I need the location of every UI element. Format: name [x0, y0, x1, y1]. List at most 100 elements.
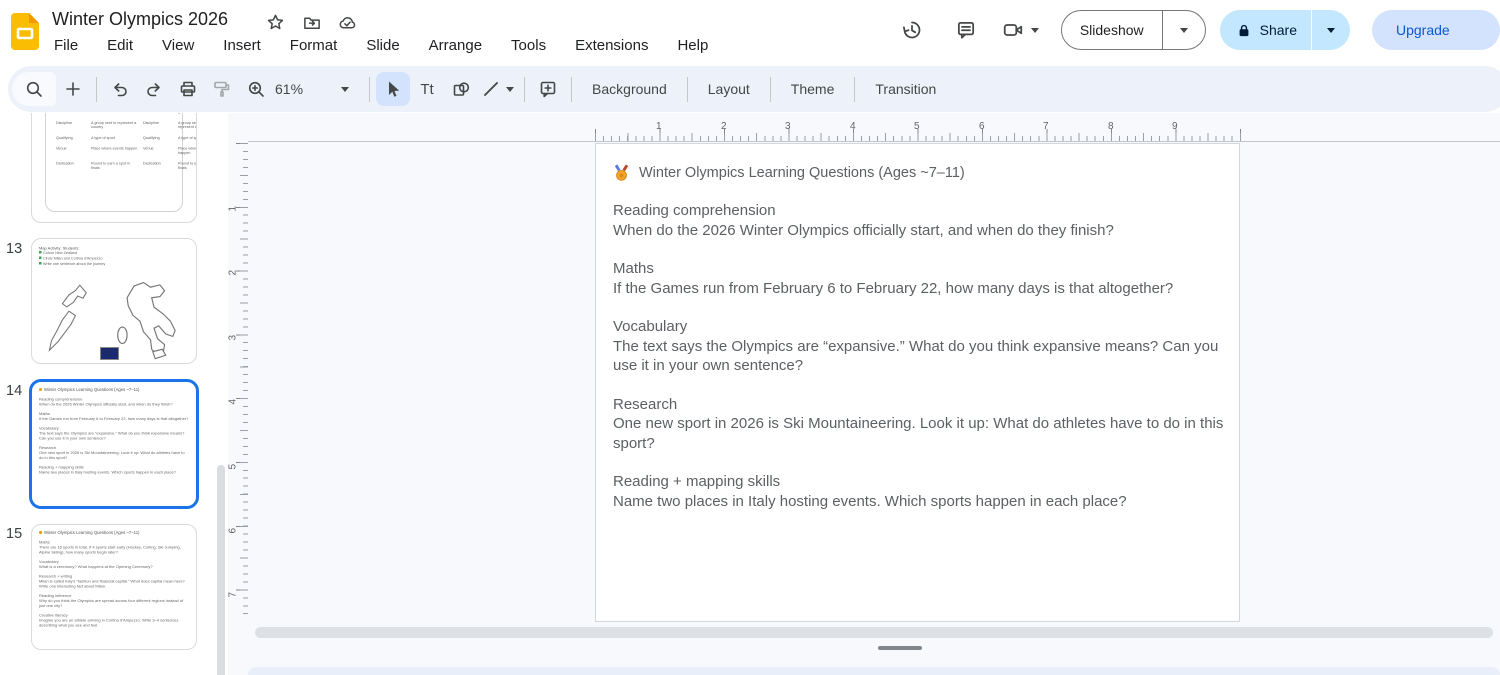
shape-tool-button[interactable]	[444, 72, 478, 106]
background-button[interactable]: Background	[578, 81, 681, 97]
divider	[571, 76, 573, 102]
ruler-number: 1	[656, 121, 662, 132]
slide-filmstrip: Word Meaning Word Meaning Contingent Wor…	[0, 113, 228, 675]
slide-13-number: 13	[6, 241, 23, 257]
undo-icon	[114, 83, 127, 97]
table-cell: Venue	[143, 146, 154, 151]
share-dropdown[interactable]	[1311, 10, 1350, 50]
print-button[interactable]	[171, 72, 205, 106]
transition-button[interactable]: Transition	[861, 81, 950, 97]
ruler-number: 5	[227, 463, 239, 470]
medal-icon	[39, 388, 42, 391]
menu-arrange[interactable]: Arrange	[427, 36, 484, 55]
upgrade-button[interactable]: Upgrade	[1372, 10, 1500, 50]
vertical-ruler[interactable]: 1 2 3 4 5 6 7	[228, 113, 249, 675]
theme-button[interactable]: Theme	[777, 81, 849, 97]
line-dropdown-caret[interactable]	[506, 86, 515, 92]
text-box-icon: Tt	[420, 80, 434, 98]
menu-format[interactable]: Format	[288, 36, 340, 55]
paint-roller-icon	[214, 81, 230, 97]
zoom-in-button[interactable]	[239, 72, 273, 106]
insert-comment-button[interactable]	[531, 72, 565, 106]
menu-slide[interactable]: Slide	[364, 36, 401, 55]
star-icon[interactable]	[266, 13, 285, 32]
table-cell: Working hard toward a goal	[178, 113, 196, 114]
filmstrip-scrollbar[interactable]	[217, 465, 225, 675]
checklist-item: Write one sentence about the journey	[43, 261, 106, 267]
checkbox-icon	[39, 251, 42, 254]
checkbox-icon	[39, 262, 42, 265]
table-cell: Place where events happen	[91, 146, 138, 151]
redo-icon	[147, 83, 160, 97]
shapes-icon	[453, 82, 470, 96]
comments-icon[interactable]	[946, 10, 986, 50]
speaker-notes-resize-handle[interactable]	[878, 646, 922, 650]
slide-section: Maths If the Games run from February 6 to…	[613, 260, 1174, 297]
meet-camera-button[interactable]	[1002, 19, 1039, 41]
ruler-number: 3	[785, 121, 791, 132]
horizontal-ruler-ticks: 1 2 3 4 5 6 7 8 9	[595, 118, 1241, 141]
menu-edit[interactable]: Edit	[105, 36, 135, 55]
mini-slide-title: Winter Olympics Learning Questions (Ages…	[44, 530, 140, 535]
menu-file[interactable]: File	[52, 36, 80, 55]
google-slides-logo[interactable]	[11, 13, 39, 50]
document-title[interactable]: Winter Olympics 2026	[52, 9, 228, 30]
search-menus-button[interactable]	[12, 72, 56, 106]
slideshow-caret	[1179, 27, 1188, 33]
ruler-number: 4	[227, 398, 239, 405]
slideshow-button[interactable]: Slideshow	[1062, 11, 1162, 49]
zoom-level-value[interactable]: 61%	[275, 81, 303, 97]
menu-extensions[interactable]: Extensions	[573, 36, 650, 55]
table-cell: Working hard toward a goal	[91, 113, 139, 114]
slide-14-thumbnail-selected[interactable]: Winter Olympics Learning Questions (Ages…	[29, 379, 199, 509]
table-cell: Dedication	[143, 161, 161, 166]
new-slide-button[interactable]	[56, 72, 90, 106]
share-button[interactable]: Share	[1220, 10, 1311, 50]
slide-title[interactable]: Winter Olympics Learning Questions (Ages…	[613, 164, 965, 182]
vocab-table: Word Meaning Word Meaning Contingent Wor…	[56, 113, 196, 170]
slide-15-thumbnail[interactable]: Winter Olympics Learning Questions (Ages…	[31, 524, 197, 650]
menu-view[interactable]: View	[160, 36, 196, 55]
checklist-item: Colour New Zealand	[43, 250, 78, 256]
line-tool-button[interactable]	[478, 72, 504, 106]
slide-page[interactable]: Winter Olympics Learning Questions (Ages…	[595, 143, 1240, 622]
mini-slide-title: Winter Olympics Learning Questions (Ages…	[44, 387, 140, 392]
layout-button[interactable]: Layout	[694, 81, 764, 97]
horizontal-scrollbar[interactable]	[255, 627, 1493, 638]
move-folder-icon[interactable]	[302, 13, 322, 32]
text-box-tool-button[interactable]: Tt	[410, 72, 444, 106]
table-cell: Contingent	[56, 113, 87, 114]
divider	[769, 76, 771, 102]
undo-button[interactable]	[103, 72, 137, 106]
menu-help[interactable]: Help	[675, 36, 710, 55]
redo-button[interactable]	[137, 72, 171, 106]
table-cell: Venue	[56, 146, 67, 151]
select-tool-button[interactable]	[376, 72, 411, 106]
menu-insert[interactable]: Insert	[221, 36, 263, 55]
slide-12-thumbnail[interactable]: Word Meaning Word Meaning Contingent Wor…	[31, 113, 197, 223]
version-history-icon[interactable]	[892, 10, 932, 50]
share-label: Share	[1259, 22, 1297, 38]
speaker-notes-panel-edge[interactable]	[248, 667, 1500, 675]
sports-medal-icon	[614, 164, 629, 181]
zoom-in-icon	[248, 81, 264, 97]
slide-text-box[interactable]: Reading comprehension When do the 2026 Wi…	[613, 201, 1229, 530]
lock-icon	[1239, 24, 1249, 36]
slide-13-thumbnail[interactable]: Map Activity: Students: Colour New Zeala…	[31, 238, 197, 364]
horizontal-ruler[interactable]: 1 2 3 4 5 6 7 8 9	[248, 118, 1500, 142]
menu-tools[interactable]: Tools	[509, 36, 548, 55]
table-cell: Qualifying	[56, 135, 73, 140]
cloud-saved-icon[interactable]	[337, 13, 358, 32]
top-bar: Winter Olympics 2026 File Edit View Inse…	[0, 0, 1500, 65]
top-bar-actions: Slideshow Share Upgrade	[892, 10, 1500, 50]
paint-format-button[interactable]	[205, 72, 239, 106]
share-caret	[1327, 27, 1335, 33]
video-camera-icon	[1003, 24, 1022, 36]
checklist-item: Circle Milan and Cortina d'Ampezzo	[43, 256, 103, 261]
print-icon	[180, 81, 196, 97]
zoom-dropdown-caret[interactable]	[341, 86, 350, 92]
checkbox-icon	[39, 256, 42, 259]
divider	[96, 76, 97, 102]
slideshow-dropdown[interactable]	[1161, 11, 1205, 49]
slide-canvas[interactable]: 1 2 3 4 5 6 7 8 9 Winter Olympics Learni…	[248, 113, 1500, 675]
